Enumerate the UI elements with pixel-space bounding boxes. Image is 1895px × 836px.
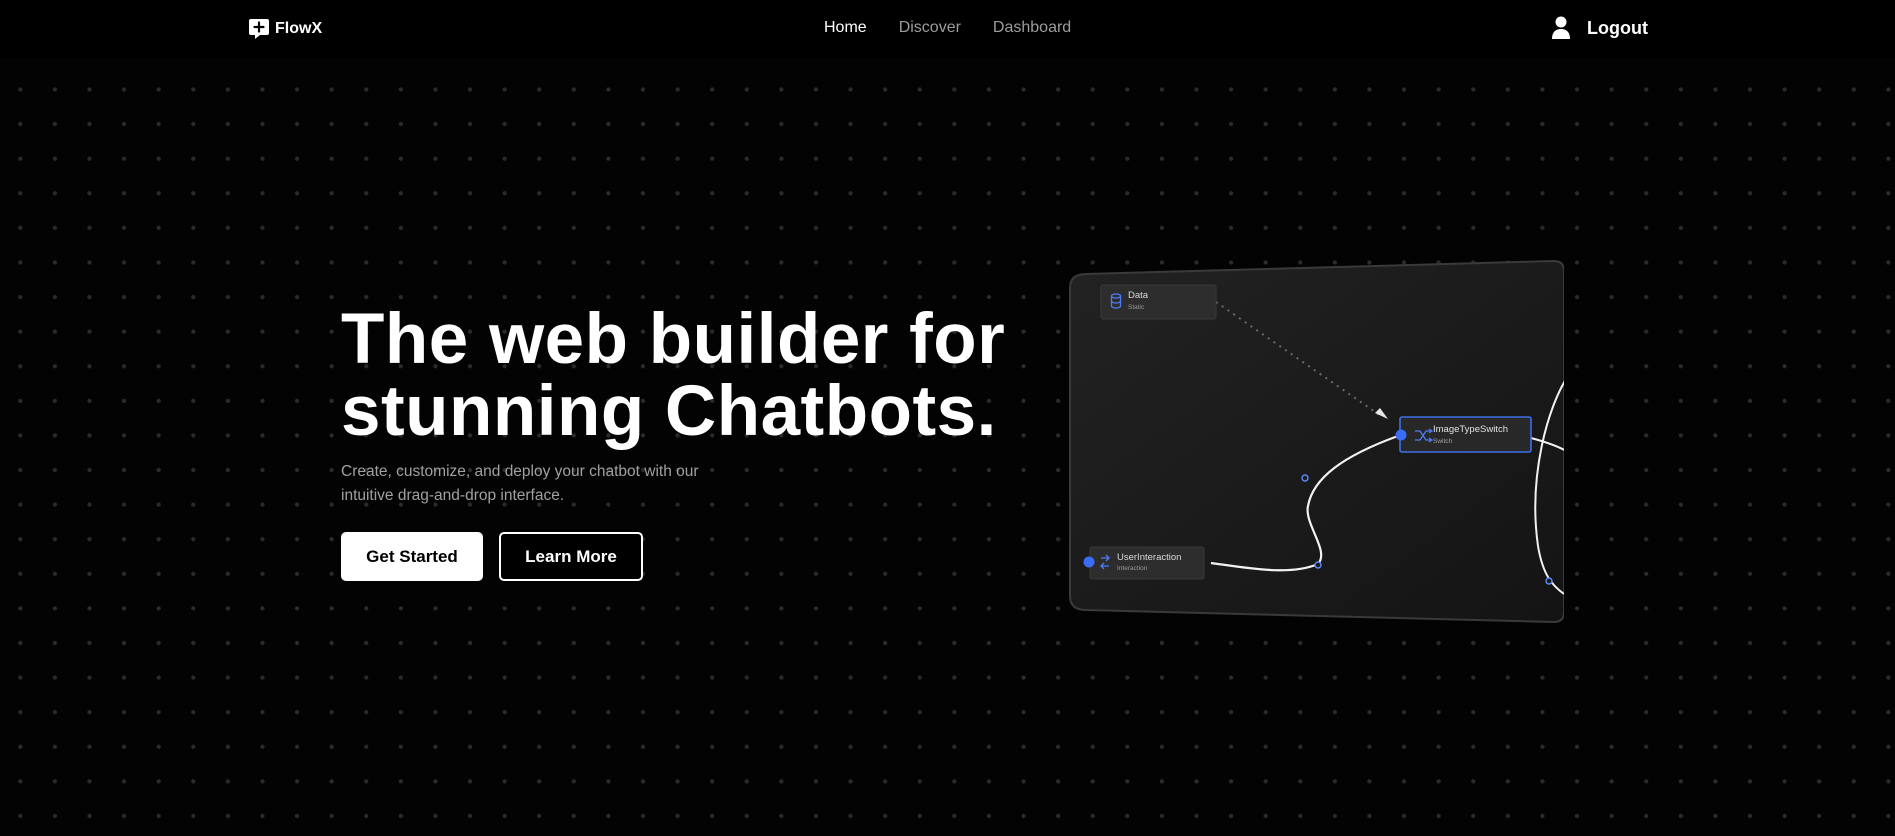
get-started-button[interactable]: Get Started [341, 532, 483, 581]
node-input-handle[interactable] [1395, 429, 1407, 441]
nav-link-discover[interactable]: Discover [899, 19, 961, 37]
hero-section: The web builder for stunning Chatbots. C… [341, 300, 1006, 581]
flow-node-title: Data [1128, 290, 1149, 301]
flow-canvas: Data Static ImageTypeSwitch Switch UserI… [1069, 259, 1564, 624]
hero-actions: Get Started Learn More [341, 532, 1001, 581]
hero-title: The web builder for stunning Chatbots. [341, 300, 1006, 451]
nav-link-dashboard[interactable]: Dashboard [993, 19, 1071, 37]
hero-subtitle: Create, customize, and deploy your chatb… [341, 463, 699, 504]
brand-logo[interactable]: FlowX [248, 17, 322, 41]
edge-handle[interactable] [1314, 561, 1322, 569]
edge-handle[interactable] [1301, 474, 1309, 482]
chat-plus-icon [249, 19, 269, 39]
brand-name: FlowX [275, 20, 323, 37]
flow-node-data[interactable]: Data Static [1100, 284, 1217, 320]
flow-builder-preview: Data Static ImageTypeSwitch Switch UserI… [1068, 256, 1564, 624]
hero-title-line-1: The web builder for [341, 300, 1006, 379]
top-navigation: FlowX Home Discover Dashboard Logout [0, 0, 1895, 58]
flow-node-subtitle: Interaction [1117, 565, 1148, 572]
main-nav: Home Discover Dashboard [824, 19, 1071, 37]
flow-node-title: UserInteraction [1117, 552, 1181, 563]
node-input-handle[interactable] [1083, 556, 1095, 568]
flow-node-subtitle: Static [1128, 304, 1145, 311]
nav-link-home[interactable]: Home [824, 19, 867, 37]
hero-title-line-2: stunning Chatbots. [341, 372, 997, 451]
flow-node-title: ImageTypeSwitch [1433, 424, 1508, 435]
learn-more-button[interactable]: Learn More [499, 532, 643, 581]
user-area: Logout [1551, 16, 1648, 40]
edge-handle[interactable] [1545, 577, 1553, 585]
user-icon[interactable] [1551, 16, 1571, 40]
flow-node-imagetypeswitch[interactable]: ImageTypeSwitch Switch [1395, 416, 1532, 453]
logout-button[interactable]: Logout [1587, 18, 1648, 39]
flow-node-userinteraction[interactable]: UserInteraction Interaction [1083, 546, 1205, 580]
flow-node-subtitle: Switch [1433, 438, 1453, 445]
